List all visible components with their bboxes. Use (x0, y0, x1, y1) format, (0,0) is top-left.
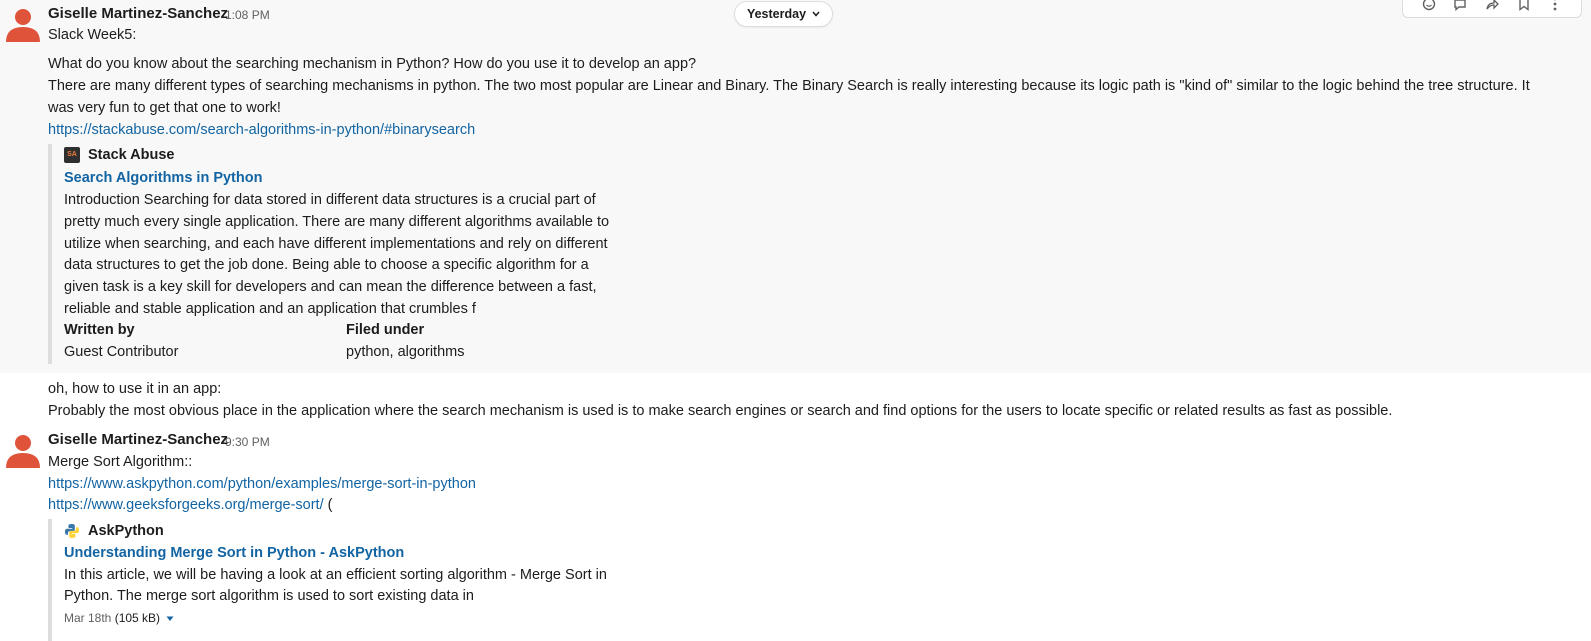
share-message-icon[interactable] (1483, 0, 1501, 11)
attachment-description: In this article, we will be having a loo… (64, 567, 607, 583)
attachment-size: (105 kB) (111, 611, 161, 625)
date-divider-label: Yesterday (746, 7, 807, 21)
attachment-description: Introduction Searching for data stored i… (64, 192, 596, 208)
message-1[interactable]: Giselle Martinez-Sanchez 1:08 PM Slack W… (0, 0, 1591, 373)
more-actions-icon[interactable] (1546, 0, 1564, 11)
date-divider-button[interactable]: Yesterday (734, 1, 833, 27)
field-label: Filed under (346, 322, 425, 338)
attachment-title-link[interactable]: Search Algorithms in Python (64, 167, 262, 189)
author-name[interactable]: Giselle Martinez-Sanchez (48, 431, 228, 448)
attachment-source: AskPython (88, 523, 164, 539)
message-text: oh, how to use it in an app: (48, 381, 222, 397)
message-text: ( (323, 497, 333, 513)
message-text: Slack Week5: (48, 27, 137, 43)
attachment-title-link[interactable]: Understanding Merge Sort in Python - Ask… (64, 542, 404, 564)
attachment-description: Python. The merge sort algorithm is used… (64, 588, 474, 604)
attachment-description: pretty much every single application. Th… (64, 214, 610, 230)
message-text: was very fun to get that one to work! (48, 100, 281, 116)
attachment-meta[interactable]: Mar 18th (105 kB) (64, 607, 174, 629)
attachment-date: Mar 18th (64, 611, 112, 625)
attachment-description: reliable and stable application and an a… (64, 301, 476, 317)
message-timestamp[interactable]: 9:30 PM (225, 435, 270, 449)
attachment-description: given task is a key skill for developers… (64, 279, 597, 295)
chevron-down-icon (812, 11, 820, 17)
message-text: What do you know about the searching mec… (48, 56, 697, 72)
attachment-description: utilize when searching, and each have di… (64, 236, 608, 252)
field-value: python, algorithms (346, 344, 465, 360)
avatar[interactable] (5, 432, 41, 468)
bookmark-icon[interactable] (1515, 0, 1533, 11)
message-actions-toolbar (1402, 0, 1582, 18)
avatar[interactable] (5, 6, 41, 42)
attachment-source: Stack Abuse (88, 147, 175, 163)
link-preview-attachment: SA Stack Abuse Search Algorithms in Pytho… (48, 144, 652, 364)
author-name[interactable]: Giselle Martinez-Sanchez (48, 5, 228, 22)
message-link[interactable]: https://stackabuse.com/search-algorithms… (48, 119, 475, 141)
field-value: Guest Contributor (64, 344, 179, 360)
message-text: Merge Sort Algorithm:: (48, 454, 193, 470)
reply-thread-icon[interactable] (1451, 0, 1469, 11)
message-timestamp[interactable]: 1:08 PM (225, 8, 270, 22)
field-label: Written by (64, 322, 135, 338)
message-text: There are many different types of search… (48, 78, 1530, 94)
message-text: Probably the most obvious place in the a… (48, 403, 1393, 419)
python-logo-icon (65, 524, 79, 539)
attachment-description: data structures to get the job done. Bei… (64, 257, 589, 273)
message-link[interactable]: https://www.geeksforgeeks.org/merge-sort… (48, 497, 324, 513)
add-reaction-icon[interactable] (1420, 0, 1438, 11)
link-preview-attachment: AskPython Understanding Merge Sort in Py… (48, 519, 652, 641)
message-link[interactable]: https://www.askpython.com/python/example… (48, 473, 476, 495)
stackabuse-favicon-icon: SA (64, 147, 80, 164)
caret-down-icon[interactable] (166, 616, 174, 622)
